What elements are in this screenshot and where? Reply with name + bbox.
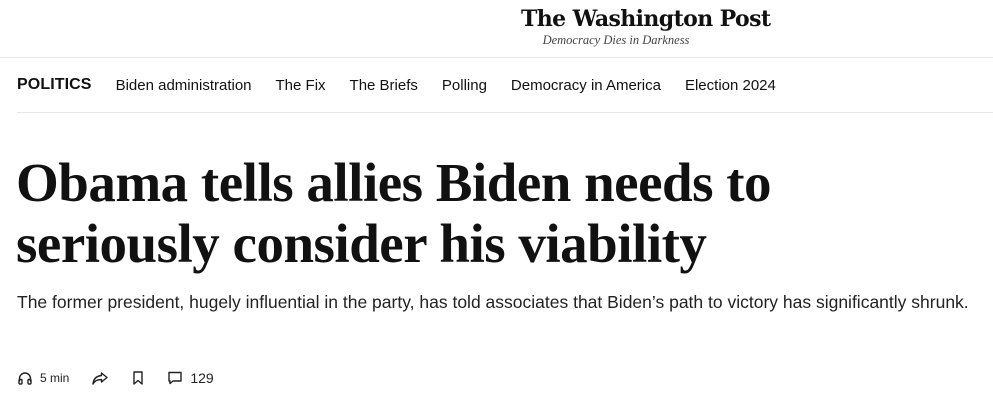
article-actions: 5 min 129 — [17, 366, 236, 390]
comments-count: 129 — [190, 370, 214, 386]
section-nav: POLITICS Biden administration The Fix Th… — [17, 58, 993, 113]
listen-button[interactable]: 5 min — [17, 370, 69, 386]
listen-duration: 5 min — [40, 371, 70, 385]
save-button[interactable] — [131, 370, 145, 386]
share-icon — [91, 370, 109, 386]
headphones-icon — [17, 370, 33, 386]
nav-link-the-fix[interactable]: The Fix — [276, 77, 326, 94]
logo-tagline: Democracy Dies in Darkness — [542, 33, 690, 47]
article-headline: Obama tells allies Biden needs to seriou… — [16, 152, 772, 274]
nav-link-polling[interactable]: Polling — [442, 77, 487, 94]
article-dek: The former president, hugely influential… — [17, 292, 969, 312]
nav-link-democracy-in-america[interactable]: Democracy in America — [511, 77, 661, 94]
comment-icon — [167, 370, 183, 386]
share-button[interactable] — [91, 370, 109, 386]
nav-link-election-2024[interactable]: Election 2024 — [685, 77, 776, 94]
nav-link-biden-administration[interactable]: Biden administration — [116, 77, 252, 94]
masthead: The Washington Post Democracy Dies in Da… — [0, 0, 993, 58]
site-logo[interactable]: The Washington Post Democracy Dies in Da… — [521, 5, 771, 47]
nav-section-politics[interactable]: POLITICS — [17, 76, 92, 94]
nav-link-the-briefs[interactable]: The Briefs — [350, 77, 418, 94]
bookmark-icon — [131, 370, 145, 386]
logo-wordmark[interactable]: The Washington Post — [521, 5, 771, 33]
comments-button[interactable]: 129 — [167, 370, 214, 386]
